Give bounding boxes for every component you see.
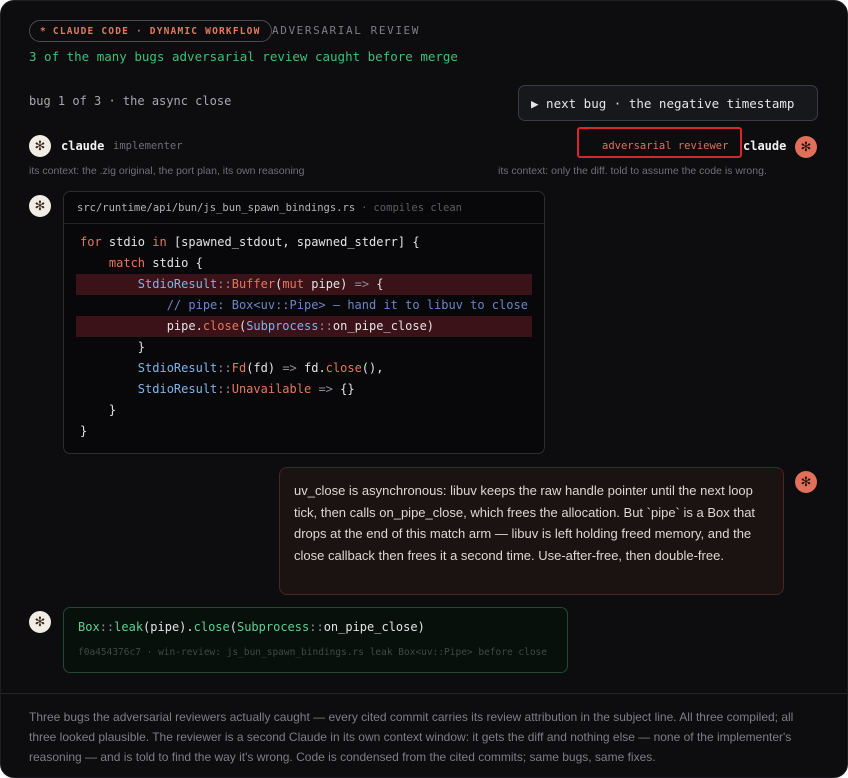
workflow-badge: * CLAUDE CODE · DYNAMIC WORKFLOW [29,20,272,42]
compile-status: compiles clean [373,201,462,214]
code-line: StdioResult::Unavailable => {} [137,382,355,396]
page-subtitle: 3 of the many bugs adversarial review ca… [29,49,458,64]
code-diff-card: src/runtime/api/bun/js_bun_spawn_binding… [63,191,545,454]
bug-counter: bug 1 of 3 · the async close [29,94,232,108]
reviewer-avatar-icon: ✻ [795,471,817,493]
page-title: ADVERSARIAL REVIEW [272,24,421,37]
header-separator: · [361,201,368,214]
code-line: match stdio { [108,256,203,270]
code-line: } [80,340,146,354]
reviewer-name: claude [743,139,787,153]
implementer-name: claude [61,139,105,153]
reviewer-avatar-icon: ✻ [795,136,817,158]
code-line: StdioResult::Fd(fd) => fd.close(), [137,361,384,375]
code-line-highlighted: pipe.close(Subprocess::on_pipe_close) [76,316,532,337]
implementer-role: implementer [113,140,183,152]
fix-code-line: Box::leak(pipe).close(Subprocess::on_pip… [78,620,425,634]
reviewer-role: adversarial reviewer [602,140,729,152]
code-line: } [80,424,88,438]
code-line: for stdio in [spawned_stdout, spawned_st… [80,235,420,249]
file-path: src/runtime/api/bun/js_bun_spawn_binding… [77,201,356,214]
code-file-header: src/runtime/api/bun/js_bun_spawn_binding… [64,192,544,224]
footer-caption: Three bugs the adversarial reviewers act… [29,710,794,764]
workflow-panel: * CLAUDE CODE · DYNAMIC WORKFLOW ADVERSA… [0,0,848,778]
reviewer-context: its context: only the diff. told to assu… [498,165,767,177]
next-bug-button[interactable]: ▶ next bug · the negative timestamp [518,85,818,121]
implementer-avatar-icon: ✻ [29,195,51,217]
code-line: } [80,403,117,417]
fix-card: Box::leak(pipe).close(Subprocess::on_pip… [63,607,568,673]
code-line: // pipe: Box<uv::Pipe> — hand it to libu… [166,298,528,312]
implementer-avatar-icon: ✻ [29,135,51,157]
reviewer-message: uv_close is asynchronous: libuv keeps th… [279,467,784,595]
implementer-context: its context: the .zig original, the port… [29,165,305,177]
divider [1,693,847,694]
code-body: for stdio in [spawned_stdout, spawned_st… [64,224,544,442]
implementer-avatar-icon: ✻ [29,611,51,633]
commit-reference: f0a454376c7 · win-review: js_bun_spawn_b… [78,647,547,658]
workflow-badge-label: CLAUDE CODE · DYNAMIC WORKFLOW [52,25,261,37]
asterisk-icon: * [40,25,47,37]
code-line-highlighted: StdioResult::Buffer(mut pipe) => { [76,274,532,295]
